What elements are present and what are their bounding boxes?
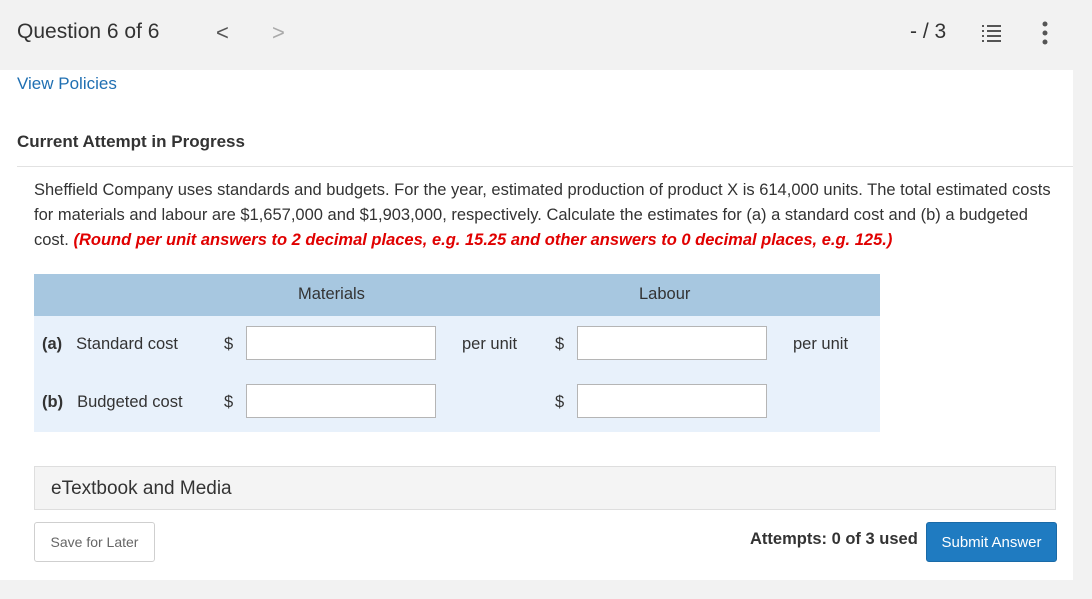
problem-statement: Sheffield Company uses standards and bud…: [34, 178, 1054, 253]
table-row-standard-cost: (a) Standard cost $ per unit $ per unit: [34, 316, 880, 374]
attempt-heading: Current Attempt in Progress: [17, 132, 245, 151]
budgeted-cost-materials-input[interactable]: [246, 384, 436, 418]
chevron-left-icon[interactable]: <: [216, 20, 229, 46]
row-label: Standard cost: [76, 335, 178, 353]
question-title: Question 6 of 6: [17, 20, 160, 43]
currency-symbol: $: [224, 335, 234, 353]
score-display: - / 3: [910, 20, 947, 43]
table-row-budgeted-cost: (b) Budgeted cost $ $: [34, 374, 880, 432]
row-label-standard-cost: (a) Standard cost: [42, 335, 178, 354]
rounding-instruction: (Round per unit answers to 2 decimal pla…: [73, 231, 893, 249]
chevron-right-icon[interactable]: >: [272, 20, 285, 46]
view-policies-link[interactable]: View Policies: [17, 74, 117, 94]
etextbook-media-label: eTextbook and Media: [51, 478, 232, 499]
top-bar: Question 6 of 6 < > - / 3: [0, 0, 1092, 70]
row-label: Budgeted cost: [77, 393, 183, 411]
standard-cost-labour-input[interactable]: [577, 326, 767, 360]
more-vertical-icon[interactable]: [1040, 20, 1050, 46]
currency-symbol: $: [555, 393, 565, 411]
per-unit-label: per unit: [793, 335, 849, 353]
header-labour: Labour: [639, 285, 691, 303]
answer-table: Materials Labour (a) Standard cost $ per …: [34, 274, 880, 432]
question-list-icon[interactable]: [980, 22, 1002, 44]
table-header: Materials Labour: [34, 274, 880, 316]
submit-answer-button[interactable]: Submit Answer: [926, 522, 1057, 562]
budgeted-cost-labour-input[interactable]: [577, 384, 767, 418]
row-letter: (b): [42, 393, 64, 411]
row-label-budgeted-cost: (b) Budgeted cost: [42, 393, 183, 412]
divider: [17, 166, 1073, 167]
etextbook-media-panel[interactable]: eTextbook and Media: [34, 466, 1056, 510]
save-for-later-button[interactable]: Save for Later: [34, 522, 155, 562]
currency-symbol: $: [224, 393, 234, 411]
currency-symbol: $: [555, 335, 565, 353]
header-materials: Materials: [298, 285, 365, 303]
per-unit-label: per unit: [462, 335, 518, 353]
row-letter: (a): [42, 335, 63, 353]
standard-cost-materials-input[interactable]: [246, 326, 436, 360]
attempts-counter: Attempts: 0 of 3 used: [750, 530, 918, 548]
